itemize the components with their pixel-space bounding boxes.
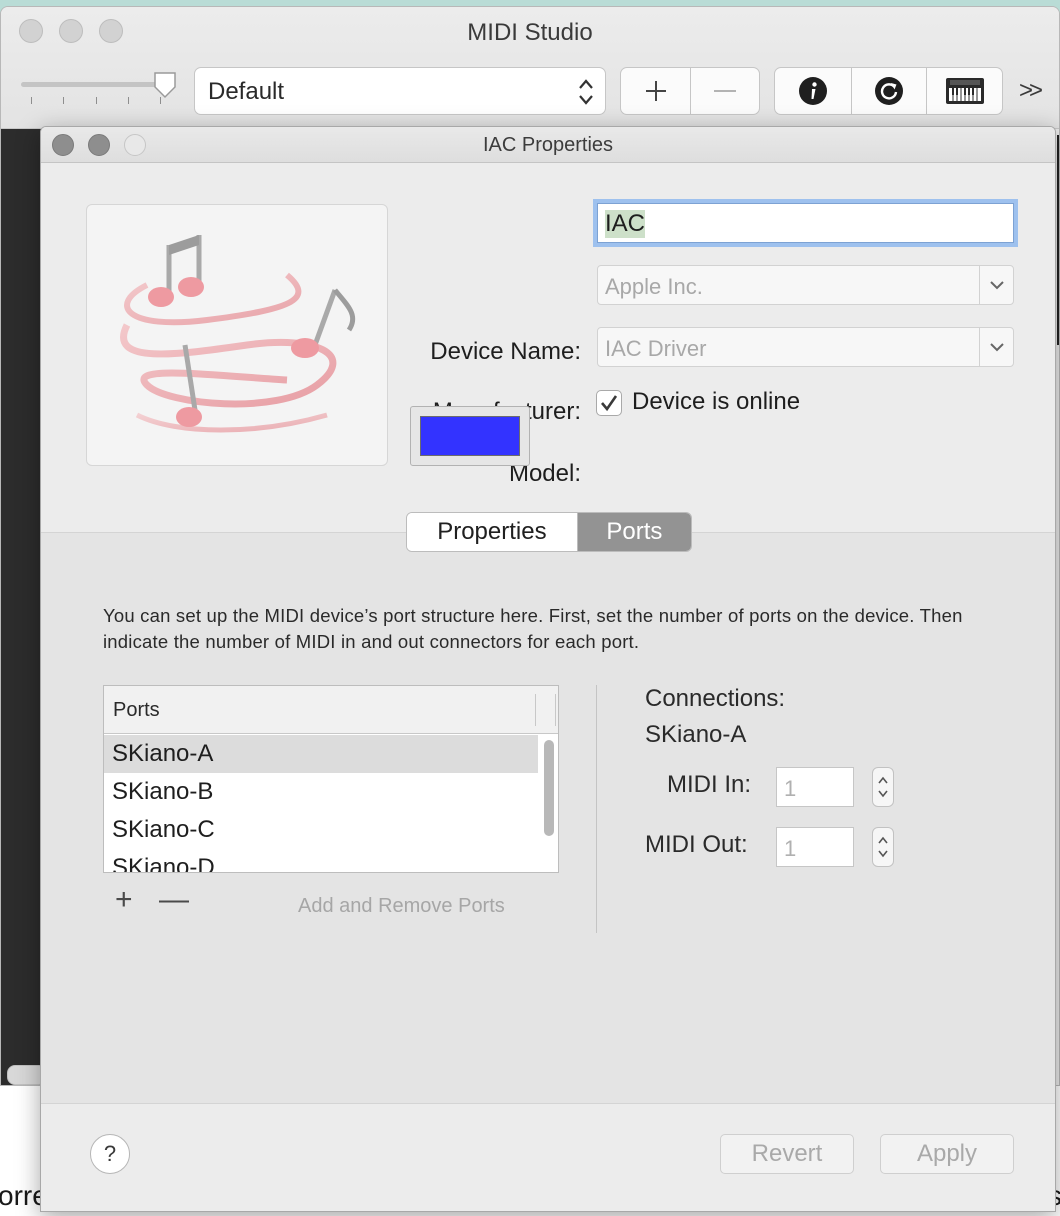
ports-table[interactable]: Ports SKiano-A SKiano-B SKiano-C SKiano-… bbox=[103, 685, 559, 873]
device-name-value: IAC bbox=[605, 210, 646, 238]
revert-button[interactable]: Revert bbox=[720, 1134, 854, 1174]
device-name-field[interactable]: IAC bbox=[593, 199, 1018, 247]
port-name: SKiano-C bbox=[112, 816, 215, 843]
column-divider bbox=[535, 694, 536, 726]
device-name-label: Device Name: bbox=[430, 338, 581, 365]
add-remove-ports-hint: Add and Remove Ports bbox=[298, 895, 505, 917]
info-icon bbox=[799, 77, 827, 105]
window-title: IAC Properties bbox=[482, 134, 614, 156]
midi-in-stepper[interactable] bbox=[872, 767, 894, 807]
checkmark-icon bbox=[601, 395, 618, 412]
model-value: IAC Driver bbox=[605, 336, 707, 361]
window-title: MIDI Studio bbox=[467, 19, 593, 46]
tab-properties[interactable]: Properties bbox=[407, 513, 578, 551]
test-setup-button[interactable] bbox=[927, 68, 1002, 114]
iac-titlebar: IAC Properties bbox=[41, 127, 1055, 163]
slider-track bbox=[21, 82, 171, 87]
add-port-button[interactable]: + bbox=[115, 883, 133, 917]
chevron-double-right-icon[interactable]: >> bbox=[1019, 77, 1043, 105]
port-name: SKiano-B bbox=[112, 778, 214, 805]
midi-in-field[interactable]: 1 bbox=[776, 767, 854, 807]
ports-scrollbar[interactable] bbox=[541, 736, 557, 872]
midi-out-label: MIDI Out: bbox=[645, 831, 748, 858]
connections-port-name: SKiano-A bbox=[645, 721, 747, 748]
ports-table-header[interactable]: Ports bbox=[104, 686, 558, 734]
manufacturer-value: Apple Inc. bbox=[605, 274, 703, 299]
tab-ports[interactable]: Ports bbox=[577, 513, 691, 551]
music-notes-icon bbox=[120, 235, 356, 433]
add-remove-device-group bbox=[620, 67, 760, 115]
popup-arrows-icon bbox=[579, 79, 593, 105]
ports-column-header: Ports bbox=[113, 699, 160, 721]
iac-properties-window: IAC Properties Device Name: Model: IAC A… bbox=[40, 126, 1056, 1212]
minus-icon bbox=[714, 90, 736, 92]
window-footer: ? Revert Apply bbox=[41, 1103, 1055, 1211]
rescan-button[interactable] bbox=[852, 68, 927, 114]
midi-out-value: 1 bbox=[784, 836, 797, 861]
show-info-button[interactable] bbox=[775, 68, 852, 114]
slider-knob[interactable] bbox=[153, 71, 177, 99]
remove-port-button[interactable]: — bbox=[159, 883, 189, 917]
device-color-well[interactable] bbox=[410, 406, 530, 466]
device-icon-well[interactable] bbox=[86, 204, 388, 466]
manufacturer-combo[interactable]: Apple Inc. bbox=[597, 265, 1014, 305]
properties-ports-tabs: Properties Ports bbox=[406, 512, 692, 552]
model-combo[interactable]: IAC Driver bbox=[597, 327, 1014, 367]
midi-out-stepper[interactable] bbox=[872, 827, 894, 867]
device-actions-group bbox=[774, 67, 1003, 115]
port-name: SKiano-A bbox=[112, 740, 214, 767]
remove-device-button[interactable] bbox=[691, 68, 759, 114]
configuration-popup-value: Default bbox=[208, 78, 285, 105]
model-dropdown-button[interactable] bbox=[979, 328, 1013, 366]
midi-in-value: 1 bbox=[784, 776, 797, 801]
apply-button[interactable]: Apply bbox=[880, 1134, 1014, 1174]
ports-scroll-thumb[interactable] bbox=[544, 740, 554, 836]
device-online-checkbox[interactable] bbox=[596, 390, 622, 416]
midi-studio-toolbar: MIDI Studio Default >> bbox=[1, 7, 1059, 129]
ports-panel: You can set up the MIDI device’s port st… bbox=[41, 533, 1055, 1103]
device-area-strip bbox=[1, 129, 41, 1085]
panel-divider bbox=[596, 685, 597, 933]
chevron-down-icon bbox=[989, 281, 1004, 290]
port-row[interactable]: SKiano-B bbox=[104, 773, 538, 811]
help-button[interactable]: ? bbox=[90, 1134, 130, 1174]
icon-size-slider[interactable] bbox=[21, 67, 179, 107]
port-row[interactable]: SKiano-C bbox=[104, 811, 538, 849]
configuration-popup[interactable]: Default bbox=[194, 67, 606, 115]
plus-icon bbox=[645, 81, 666, 101]
port-row[interactable]: SKiano-A bbox=[104, 735, 538, 773]
port-name: SKiano-D bbox=[112, 854, 215, 873]
port-row[interactable]: SKiano-D bbox=[104, 849, 538, 873]
rescan-icon bbox=[875, 77, 903, 105]
midi-in-label: MIDI In: bbox=[667, 771, 752, 798]
ports-description: You can set up the MIDI device’s port st… bbox=[103, 605, 963, 652]
add-device-button[interactable] bbox=[621, 68, 691, 114]
connections-label: Connections: bbox=[645, 685, 786, 712]
device-color-swatch bbox=[420, 416, 520, 456]
chevron-down-icon bbox=[989, 343, 1004, 352]
stepper-arrows-icon bbox=[878, 776, 888, 798]
keyboard-icon bbox=[945, 78, 984, 104]
slider-ticks bbox=[31, 97, 161, 105]
device-online-label[interactable]: Device is online bbox=[632, 388, 800, 416]
stepper-arrows-icon bbox=[878, 836, 888, 858]
midi-out-field[interactable]: 1 bbox=[776, 827, 854, 867]
column-divider bbox=[555, 694, 556, 726]
manufacturer-dropdown-button[interactable] bbox=[979, 266, 1013, 304]
